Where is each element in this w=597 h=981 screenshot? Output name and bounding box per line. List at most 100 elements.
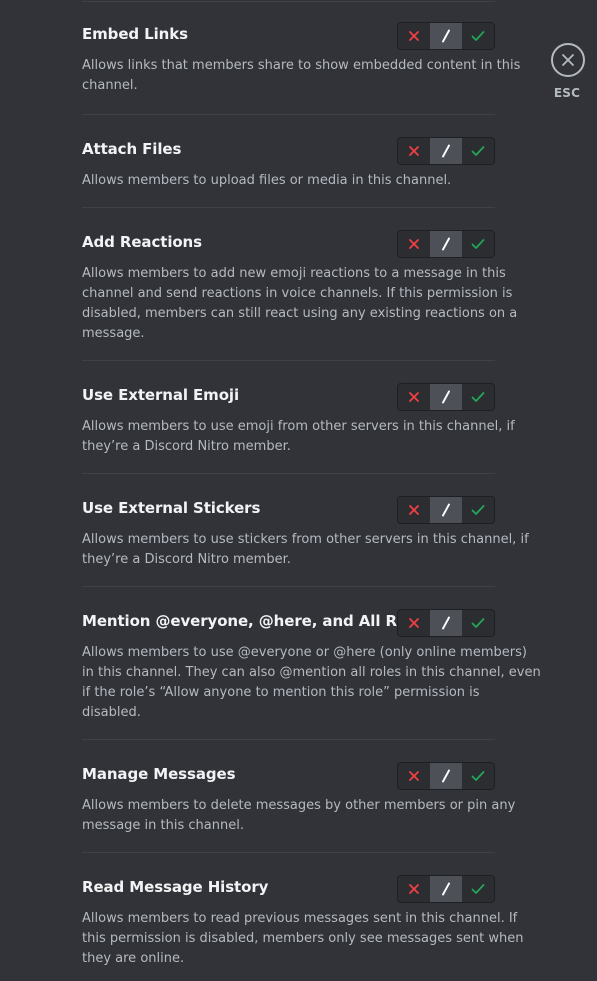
permission-title: Manage Messages: [82, 765, 236, 783]
permission-row: Use External Stickers Allows members to u…: [82, 474, 529, 587]
permission-description: Allows members to read previous messages…: [82, 909, 524, 969]
x-icon: [408, 145, 420, 157]
inherit-button[interactable]: [430, 23, 462, 49]
check-icon: [471, 391, 485, 403]
description-line: message in this channel.: [82, 818, 244, 833]
description-line: Allows members to delete messages by oth…: [82, 798, 516, 813]
permission-row: Manage Messages Allows members to delete …: [82, 740, 516, 853]
x-icon: [408, 617, 420, 629]
check-icon: [471, 145, 485, 157]
deny-button[interactable]: [398, 497, 430, 523]
permission-row: Attach Files Allows members to upload fil…: [82, 115, 495, 208]
description-line: Allows members to read previous messages…: [82, 911, 518, 926]
allow-button[interactable]: [462, 763, 494, 789]
x-icon: [408, 883, 420, 895]
check-icon: [471, 30, 485, 42]
inherit-button[interactable]: [430, 497, 462, 523]
permission-title: Use External Stickers: [82, 499, 261, 517]
description-line: disabled.: [82, 705, 141, 720]
description-line: Allows members to use stickers from othe…: [82, 532, 529, 547]
x-icon: [408, 770, 420, 782]
allow-button[interactable]: [462, 610, 494, 636]
description-line: Allows members to add new emoji reaction…: [82, 266, 506, 281]
description-line: if the role’s “Allow anyone to mention t…: [82, 685, 480, 700]
permission-title: Mention @everyone, @here, and All Roles: [82, 612, 432, 630]
description-line: channel and send reactions in voice chan…: [82, 286, 513, 301]
permission-description: Allows members to delete messages by oth…: [82, 796, 516, 836]
allow-button[interactable]: [462, 23, 494, 49]
permission-description: Allows members to upload files or media …: [82, 171, 495, 191]
description-line: Allows members to use emoji from other s…: [82, 419, 515, 434]
x-icon: [408, 504, 420, 516]
permission-row: Read Message History Allows members to re…: [82, 853, 524, 981]
permission-toggle[interactable]: [397, 383, 495, 411]
permission-title: Use External Emoji: [82, 386, 239, 404]
permission-description: Allows members to add new emoji reaction…: [82, 264, 518, 344]
esc-label: ESC: [553, 86, 581, 100]
deny-button[interactable]: [398, 763, 430, 789]
slash-icon: [440, 503, 452, 517]
deny-button[interactable]: [398, 138, 430, 164]
description-line: this permission is disabled, members onl…: [82, 931, 524, 946]
permission-row: Use External Emoji Allows members to use …: [82, 361, 515, 474]
permission-row: Mention @everyone, @here, and All Roles A…: [82, 587, 541, 740]
inherit-button[interactable]: [430, 876, 462, 902]
description-line: message.: [82, 326, 145, 341]
permission-toggle[interactable]: [397, 875, 495, 903]
allow-button[interactable]: [462, 876, 494, 902]
inherit-button[interactable]: [430, 138, 462, 164]
permission-row: Embed Links Allows links that members sha…: [82, 0, 521, 115]
check-icon: [471, 504, 485, 516]
slash-icon: [440, 882, 452, 896]
permission-description: Allows members to use stickers from othe…: [82, 530, 529, 570]
description-line: they’re a Discord Nitro member.: [82, 552, 291, 567]
description-line: they’re a Discord Nitro member.: [82, 439, 291, 454]
allow-button[interactable]: [462, 231, 494, 257]
slash-icon: [440, 144, 452, 158]
inherit-button[interactable]: [430, 610, 462, 636]
slash-icon: [440, 769, 452, 783]
close-icon[interactable]: [551, 43, 585, 77]
permission-toggle[interactable]: [397, 230, 495, 258]
description-line: Allows links that members share to show …: [82, 58, 521, 73]
allow-button[interactable]: [462, 384, 494, 410]
description-line: Allows members to use @everyone or @here…: [82, 645, 527, 660]
description-line: Allows members to upload files or media …: [82, 173, 452, 188]
slash-icon: [440, 616, 452, 630]
check-icon: [471, 238, 485, 250]
description-line: in this channel. They can also @mention …: [82, 665, 541, 680]
permission-title: Add Reactions: [82, 233, 202, 251]
inherit-button[interactable]: [430, 384, 462, 410]
allow-button[interactable]: [462, 497, 494, 523]
close-button[interactable]: ESC: [549, 43, 587, 100]
slash-icon: [440, 29, 452, 43]
description-line: channel.: [82, 78, 138, 93]
deny-button[interactable]: [398, 876, 430, 902]
slash-icon: [440, 390, 452, 404]
permission-toggle[interactable]: [397, 22, 495, 50]
allow-button[interactable]: [462, 138, 494, 164]
permission-title: Read Message History: [82, 878, 269, 896]
slash-icon: [440, 237, 452, 251]
description-line: disabled, members can still react using …: [82, 306, 518, 321]
inherit-button[interactable]: [430, 231, 462, 257]
deny-button[interactable]: [398, 610, 430, 636]
x-icon: [408, 238, 420, 250]
permission-description: Allows members to use emoji from other s…: [82, 417, 515, 457]
deny-button[interactable]: [398, 23, 430, 49]
permission-title: Embed Links: [82, 25, 188, 43]
x-icon: [408, 30, 420, 42]
inherit-button[interactable]: [430, 763, 462, 789]
permission-toggle[interactable]: [397, 137, 495, 165]
permission-toggle[interactable]: [397, 762, 495, 790]
check-icon: [471, 883, 485, 895]
permission-description: Allows members to use @everyone or @here…: [82, 643, 541, 723]
permission-toggle[interactable]: [397, 609, 495, 637]
permission-title: Attach Files: [82, 140, 182, 158]
deny-button[interactable]: [398, 231, 430, 257]
deny-button[interactable]: [398, 384, 430, 410]
permission-row: Add Reactions Allows members to add new e…: [82, 208, 518, 361]
x-icon: [408, 391, 420, 403]
permission-toggle[interactable]: [397, 496, 495, 524]
permission-description: Allows links that members share to show …: [82, 56, 521, 96]
